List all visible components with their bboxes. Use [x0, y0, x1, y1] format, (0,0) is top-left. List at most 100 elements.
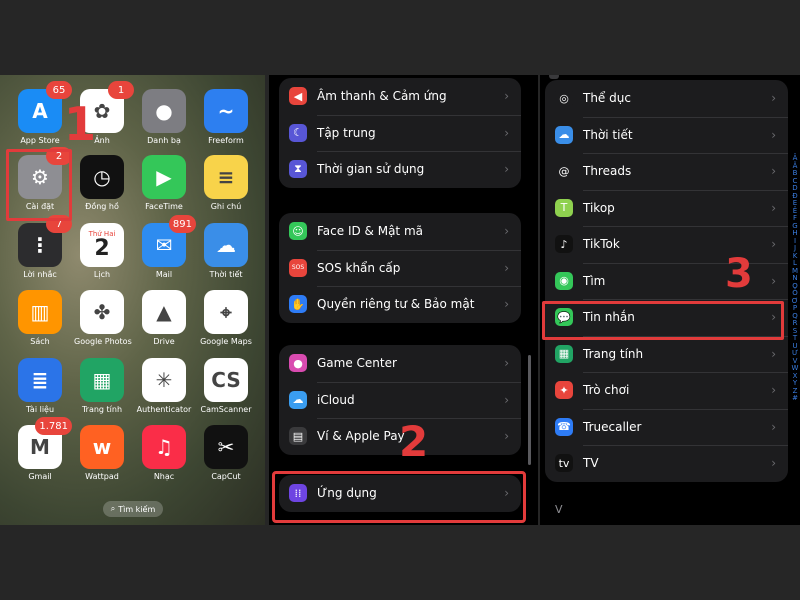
- section-header-v: V: [555, 503, 563, 516]
- settings-row-label: Face ID & Mật mã: [317, 224, 423, 239]
- settings-row[interactable]: ☁ iCloud ›: [279, 381, 521, 419]
- chevron-right-icon: ›: [771, 273, 776, 288]
- app-contacts[interactable]: ● Danh bạ: [136, 89, 192, 145]
- weather-icon: ☁: [555, 125, 573, 144]
- calendar-icon: Thứ Hai 2: [80, 223, 124, 267]
- chevron-right-icon: ›: [771, 127, 776, 142]
- settings-row-label: iCloud: [317, 392, 355, 407]
- app-facetime[interactable]: ▶ FaceTime: [136, 155, 192, 211]
- app-list-row[interactable]: ☁ Thời tiết ›: [545, 116, 788, 154]
- sos-icon: SOS: [289, 258, 307, 277]
- app-label: Nhạc: [153, 472, 175, 481]
- tiktok-icon: ♪: [555, 235, 573, 254]
- alphabet-index[interactable]: Â Ă B C D Đ E Ê F G H I J K L M N O Ô Ơ P Q R S T U Ư V W X Y Z #: [790, 154, 800, 403]
- chevron-right-icon: ›: [504, 260, 509, 275]
- icloud-icon: ☁: [289, 390, 307, 409]
- reminders-icon: ⋮ 7: [18, 215, 72, 267]
- truecaller-icon: ☎: [555, 417, 573, 436]
- app-reminders[interactable]: ⋮ 7 Lời nhắc: [12, 215, 72, 279]
- google-sheets-icon: ▦: [555, 344, 573, 363]
- app-list-label: Trò chơi: [583, 383, 630, 398]
- settings-row[interactable]: ☺ Face ID & Mật mã ›: [279, 213, 521, 250]
- app-notes[interactable]: ≡ Ghi chú: [198, 155, 254, 211]
- app-label: Sách: [30, 337, 50, 346]
- app-label: App Store: [20, 136, 60, 145]
- app-google-photos[interactable]: ✤ Google Photos: [74, 290, 132, 346]
- wattpad-icon: w: [80, 425, 124, 469]
- app-label: Authenticator: [136, 405, 192, 414]
- index-letter[interactable]: #: [790, 394, 800, 403]
- contacts-icon: ●: [142, 89, 186, 133]
- chevron-right-icon: ›: [771, 164, 776, 179]
- app-clock[interactable]: ◷ Đồng hồ: [74, 155, 130, 211]
- facetime-icon: ▶: [142, 155, 186, 199]
- app-list-row[interactable]: tv TV ›: [545, 445, 788, 482]
- app-wattpad[interactable]: w Wattpad: [74, 425, 130, 481]
- apps-list-panel: ◎ Thể dục › ☁ Thời tiết › @ Threads › T Tikop › ♪ Tik…: [540, 75, 800, 525]
- settings-row[interactable]: ● Game Center ›: [279, 345, 521, 382]
- settings-row[interactable]: ✋ Quyền riêng tư & Bảo mật ›: [279, 286, 521, 323]
- weather-icon: ☁: [204, 223, 248, 267]
- search-pill[interactable]: ⌕ Tìm kiếm: [103, 501, 163, 517]
- app-google-sheets[interactable]: ▦ Trang tính: [74, 358, 130, 414]
- chevron-right-icon: ›: [504, 297, 509, 312]
- chevron-right-icon: ›: [504, 392, 509, 407]
- app-books[interactable]: ▥ Sách: [12, 290, 68, 346]
- app-list-row[interactable]: ☎ Truecaller ›: [545, 408, 788, 446]
- google-drive-icon: ▲: [142, 290, 186, 334]
- search-label: Tìm kiếm: [118, 504, 156, 514]
- app-store-icon: A 65: [18, 81, 72, 133]
- app-capcut[interactable]: ✂ CapCut: [198, 425, 254, 481]
- moon-icon: ☾: [289, 123, 307, 142]
- chevron-right-icon: ›: [504, 356, 509, 371]
- find-my-icon: ◉: [555, 271, 573, 290]
- chevron-right-icon: ›: [771, 91, 776, 106]
- app-gmail[interactable]: M 1.781 Gmail: [12, 417, 72, 481]
- settings-row-label: Tập trung: [317, 125, 376, 140]
- app-label: Tài liệu: [25, 405, 55, 414]
- game-center-icon: ●: [289, 354, 307, 373]
- app-label: Trang tính: [81, 405, 123, 414]
- app-list-row[interactable]: @ Threads ›: [545, 153, 788, 190]
- app-list-row[interactable]: ✦ Trò chơi ›: [545, 372, 788, 409]
- google-docs-icon: ≣: [18, 358, 62, 402]
- settings-group: ◀ Âm thanh & Cảm ứng › ☾ Tập trung › ⧗ Thời gia…: [279, 78, 521, 188]
- app-weather[interactable]: ☁ Thời tiết: [198, 223, 254, 279]
- app-list-row[interactable]: ◎ Thể dục ›: [545, 80, 788, 117]
- settings-row-label: Quyền riêng tư & Bảo mật: [317, 297, 475, 312]
- app-google-docs[interactable]: ≣ Tài liệu: [12, 358, 68, 414]
- settings-highlight-box: [6, 149, 72, 221]
- app-music[interactable]: ♫ Nhạc: [136, 425, 192, 481]
- app-label: Google Photos: [74, 337, 132, 346]
- notification-badge: 1: [108, 81, 134, 99]
- tikop-icon: T: [555, 198, 573, 217]
- settings-row[interactable]: ⧗ Thời gian sử dụng ›: [279, 151, 521, 188]
- app-label: Đồng hồ: [85, 202, 119, 211]
- chevron-right-icon: ›: [771, 237, 776, 252]
- app-label: Lịch: [93, 270, 111, 279]
- settings-row[interactable]: ◀ Âm thanh & Cảm ứng ›: [279, 78, 521, 115]
- app-label: Lời nhắc: [23, 270, 57, 279]
- app-mail[interactable]: ✉ 891 Mail: [136, 215, 196, 279]
- app-list-row[interactable]: ▦ Trang tính ›: [545, 335, 788, 373]
- app-app-store[interactable]: A 65 App Store: [12, 81, 72, 145]
- hourglass-icon: ⧗: [289, 160, 307, 179]
- face-id-icon: ☺: [289, 222, 307, 241]
- app-authenticator[interactable]: ✳ Authenticator: [136, 358, 192, 414]
- search-icon: ⌕: [110, 504, 116, 513]
- app-google-drive[interactable]: ▲ Drive: [136, 290, 192, 346]
- hand-icon: ✋: [289, 295, 307, 314]
- settings-row-label: Thời gian sử dụng: [317, 162, 425, 177]
- wallet-icon: ▤: [289, 427, 307, 446]
- app-camscanner[interactable]: CS CamScanner: [198, 358, 254, 414]
- app-label: Wattpad: [85, 472, 119, 481]
- app-list-row[interactable]: T Tikop ›: [545, 189, 788, 227]
- app-label: Mail: [155, 270, 173, 279]
- settings-row[interactable]: ☾ Tập trung ›: [279, 114, 521, 152]
- chevron-right-icon: ›: [504, 89, 509, 104]
- app-freeform[interactable]: ~ Freeform: [198, 89, 254, 145]
- app-calendar[interactable]: Thứ Hai 2 Lịch: [74, 223, 130, 279]
- settings-row[interactable]: SOS SOS khẩn cấp ›: [279, 249, 521, 287]
- app-google-maps[interactable]: ⌖ Google Maps: [198, 290, 254, 346]
- scrollbar[interactable]: [528, 355, 531, 465]
